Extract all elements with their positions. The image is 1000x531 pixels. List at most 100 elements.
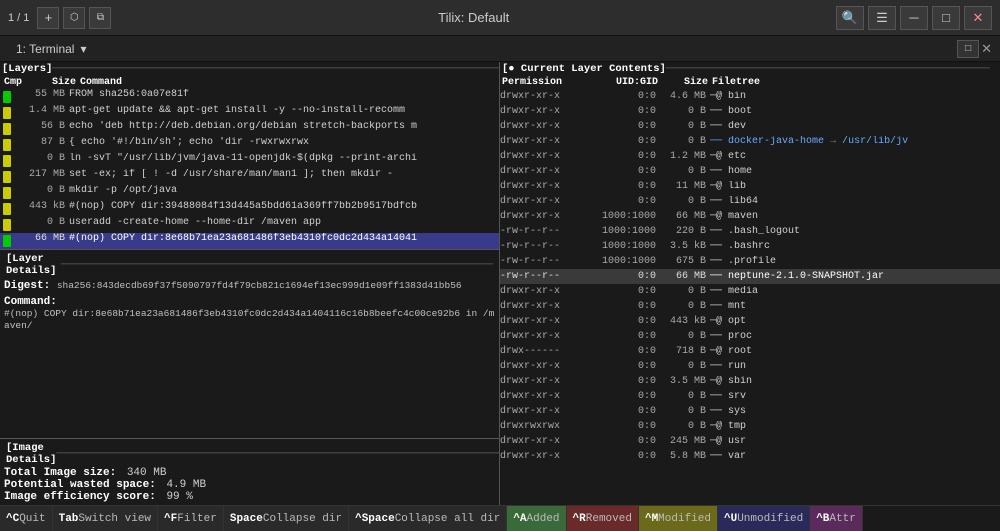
split-button[interactable]: ⧉	[89, 7, 111, 29]
search-button[interactable]: 🔍	[836, 6, 864, 30]
status-desc: Unmodified	[737, 513, 803, 525]
file-uid: 0:0	[585, 301, 660, 312]
status-desc: Filter	[177, 513, 217, 525]
file-permission: drwxr-xr-x	[500, 106, 585, 117]
file-permission: drwxr-xr-x	[500, 376, 585, 387]
file-size: 4.6 MB	[660, 91, 710, 102]
file-size: 11 MB	[660, 181, 710, 192]
file-uid: 1000:1000	[585, 256, 660, 267]
tab-dropdown-icon[interactable]: ▾	[80, 42, 86, 56]
file-permission: drwxr-xr-x	[500, 91, 585, 102]
file-row[interactable]: drwxr-xr-x0:011 MB─@ lib	[500, 179, 1000, 194]
file-row[interactable]: drwxr-xr-x1000:100066 MB─@ maven	[500, 209, 1000, 224]
cmp-indicator	[3, 107, 11, 119]
file-row[interactable]: drwxr-xr-x0:00 B── mnt	[500, 299, 1000, 314]
file-tree-entry: ─@ opt	[710, 316, 1000, 327]
layer-cmd: apt-get update && apt-get install -y --n…	[69, 105, 499, 121]
menu-button[interactable]: ☰	[868, 6, 896, 30]
file-row[interactable]: drwxr-xr-x0:00 B── run	[500, 359, 1000, 374]
file-row[interactable]: -rw-r--r--1000:10003.5 kB── .bashrc	[500, 239, 1000, 254]
file-row[interactable]: drwxr-xr-x0:01.2 MB─@ etc	[500, 149, 1000, 164]
file-row[interactable]: drwxr-xr-x0:04.6 MB─@ bin	[500, 89, 1000, 104]
file-size: 0 B	[660, 406, 710, 417]
file-row[interactable]: -rw-r--r--1000:1000220 B── .bash_logout	[500, 224, 1000, 239]
file-size: 245 MB	[660, 436, 710, 447]
status-item: ^F Filter	[158, 506, 224, 531]
file-permission: -rw-r--r--	[500, 226, 585, 237]
filetree-table: drwxr-xr-x0:04.6 MB─@ bindrwxr-xr-x0:00 …	[500, 89, 1000, 505]
file-permission: drwxr-xr-x	[500, 361, 585, 372]
minimize-button[interactable]: ─	[900, 6, 928, 30]
terminal-tab[interactable]: 1: Terminal ▾	[8, 40, 95, 58]
tab-count: 1 / 1	[8, 12, 29, 24]
layer-row[interactable]: 443 kB#(nop) COPY dir:39488084f13d445a5b…	[0, 201, 499, 217]
file-permission: drwxr-xr-x	[500, 391, 585, 402]
cmp-indicator	[3, 235, 11, 247]
layer-row[interactable]: 66 MB#(nop) COPY dir:8e68b71ea23a681486f…	[0, 233, 499, 249]
file-size: 0 B	[660, 136, 710, 147]
file-uid: 0:0	[585, 331, 660, 342]
file-uid: 0:0	[585, 181, 660, 192]
tab-close-button[interactable]: ✕	[981, 41, 992, 57]
file-row[interactable]: drwx------0:0718 B─@ root	[500, 344, 1000, 359]
file-row[interactable]: drwxr-xr-x0:03.5 MB─@ sbin	[500, 374, 1000, 389]
file-permission: -rw-r--r--	[500, 271, 585, 282]
status-desc: Added	[527, 513, 560, 525]
layer-row[interactable]: 0 Bmkdir -p /opt/java	[0, 185, 499, 201]
file-row[interactable]: drwxr-xr-x0:00 B── dev	[500, 119, 1000, 134]
status-desc: Quit	[19, 513, 45, 525]
file-size: 5.8 MB	[660, 451, 710, 462]
maximize-button[interactable]: □	[932, 6, 960, 30]
layer-row[interactable]: 1.4 MBapt-get update && apt-get install …	[0, 105, 499, 121]
status-item: Space Collapse dir	[224, 506, 349, 531]
command-line: Command:	[4, 296, 495, 308]
file-row[interactable]: drwxr-xr-x0:00 B── media	[500, 284, 1000, 299]
file-row[interactable]: -rw-r--r--1000:1000675 B── .profile	[500, 254, 1000, 269]
layers-table: 55 MBFROM sha256:0a07e81f1.4 MBapt-get u…	[0, 89, 499, 249]
layer-row[interactable]: 0 Buseradd -create-home --home-dir /mave…	[0, 217, 499, 233]
layer-row[interactable]: 217 MBset -ex; if [ ! -d /usr/share/man/…	[0, 169, 499, 185]
col-size-header: Size	[20, 77, 80, 88]
tab-expand-button[interactable]: □	[957, 40, 979, 58]
file-tree-entry: ── .bashrc	[710, 241, 1000, 252]
file-row[interactable]: drwxr-xr-x0:0245 MB─@ usr	[500, 434, 1000, 449]
new-tab-button[interactable]: +	[37, 7, 59, 29]
digest-value: sha256:843decdb69f37f5090797fd4f79cb821c…	[57, 280, 462, 291]
status-item: ^Space Collapse all dir	[349, 506, 507, 531]
file-permission: drwxr-xr-x	[500, 301, 585, 312]
file-row[interactable]: drwxr-xr-x0:00 B── srv	[500, 389, 1000, 404]
layer-size: 443 kB	[14, 201, 69, 217]
layer-row[interactable]: 56 Becho 'deb http://deb.debian.org/debi…	[0, 121, 499, 137]
layer-details-dash: ────────────────────────────────────────…	[61, 260, 493, 271]
layer-row[interactable]: 55 MBFROM sha256:0a07e81f	[0, 89, 499, 105]
file-size: 0 B	[660, 106, 710, 117]
file-row[interactable]: drwxr-xr-x0:00 B── boot	[500, 104, 1000, 119]
layer-row[interactable]: 87 B{ echo '#!/bin/sh'; echo 'dir -rwxrw…	[0, 137, 499, 153]
close-button[interactable]: ✕	[964, 6, 992, 30]
file-row[interactable]: drwxr-xr-x0:00 B── home	[500, 164, 1000, 179]
file-row[interactable]: drwxr-xr-x0:05.8 MB── var	[500, 449, 1000, 464]
status-desc: Removed	[586, 513, 632, 525]
file-row[interactable]: -rw-r--r--0:066 MB── neptune-2.1.0-SNAPS…	[500, 269, 1000, 284]
file-uid: 0:0	[585, 436, 660, 447]
layer-size: 66 MB	[14, 233, 69, 249]
file-row[interactable]: drwxr-xr-x0:00 B── sys	[500, 404, 1000, 419]
file-size: 0 B	[660, 331, 710, 342]
file-row[interactable]: drwxr-xr-x0:00 B── docker-java-home → /u…	[500, 134, 1000, 149]
status-item: ^R Removed	[567, 506, 639, 531]
cmp-indicator	[3, 139, 11, 151]
file-row[interactable]: drwxr-xr-x0:00 B── lib64	[500, 194, 1000, 209]
session-button[interactable]: ⬡	[63, 7, 85, 29]
file-tree-entry: ─@ usr	[710, 436, 1000, 447]
layer-row[interactable]: 0 Bln -svT "/usr/lib/jvm/java-11-openjdk…	[0, 153, 499, 169]
status-desc: Collapse all dir	[395, 513, 501, 525]
file-permission: drwxr-xr-x	[500, 166, 585, 177]
file-row[interactable]: drwxr-xr-x0:0443 kB─@ opt	[500, 314, 1000, 329]
cmp-indicator	[3, 155, 11, 167]
file-uid: 0:0	[585, 361, 660, 372]
file-uid: 0:0	[585, 286, 660, 297]
wasted-value: 4.9 MB	[166, 479, 206, 491]
file-tree-entry: ── run	[710, 361, 1000, 372]
file-row[interactable]: drwxr-xr-x0:00 B── proc	[500, 329, 1000, 344]
file-row[interactable]: drwxrwxrwx0:00 B─@ tmp	[500, 419, 1000, 434]
